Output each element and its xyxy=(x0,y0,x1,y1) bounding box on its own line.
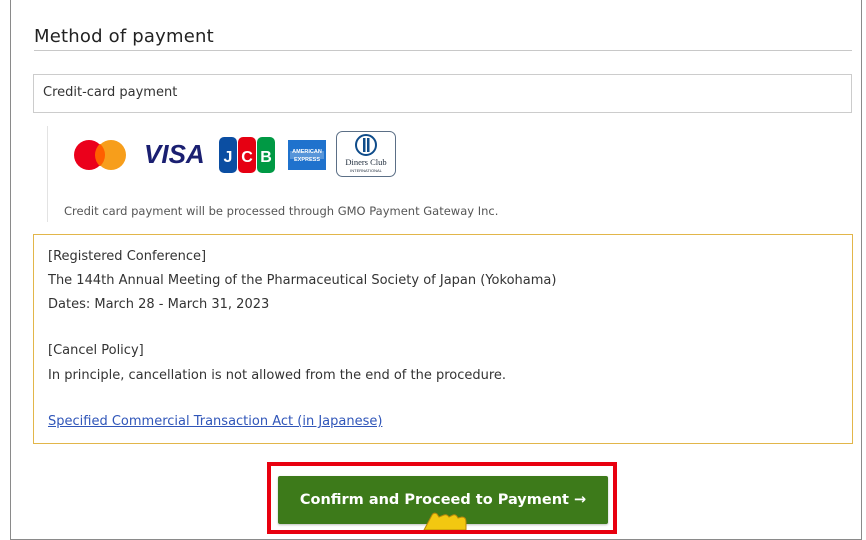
mastercard-logo xyxy=(74,140,126,170)
svg-text:Diners Club: Diners Club xyxy=(345,157,386,167)
svg-text:EXPRESS: EXPRESS xyxy=(294,157,320,163)
svg-text:AMERICAN: AMERICAN xyxy=(292,149,322,155)
visa-logo-text: VISA xyxy=(144,141,205,167)
diners-club-logo: Diners Club INTERNATIONAL xyxy=(336,131,396,177)
payment-method-label: Credit-card payment xyxy=(43,85,178,100)
svg-text:B: B xyxy=(260,149,272,166)
conference-name: The 144th Annual Meeting of the Pharmace… xyxy=(48,273,557,288)
visa-logo: VISA xyxy=(144,141,205,167)
svg-text:J: J xyxy=(224,149,233,166)
cancel-policy-text: In principle, cancellation is not allowe… xyxy=(48,368,507,383)
registered-conference-heading: [Registered Conference] xyxy=(48,249,207,264)
svg-text:INTERNATIONAL: INTERNATIONAL xyxy=(350,168,382,173)
gateway-note: Credit card payment will be processed th… xyxy=(64,204,499,218)
cancel-policy-heading: [Cancel Policy] xyxy=(48,343,144,358)
commercial-act-link[interactable]: Specified Commercial Transaction Act (in… xyxy=(48,414,382,429)
payment-method-select[interactable]: Credit-card payment xyxy=(33,74,852,113)
pointer-hand-icon xyxy=(423,512,467,530)
title-divider xyxy=(34,50,852,51)
conference-dates: Dates: March 28 - March 31, 2023 xyxy=(48,297,270,312)
section-title: Method of payment xyxy=(34,26,214,47)
svg-text:C: C xyxy=(241,149,253,166)
amex-logo: AMERICAN EXPRESS xyxy=(288,140,326,170)
jcb-logo: J C B xyxy=(219,137,275,173)
card-brands-area: VISA J C B AMERICAN EXPRESS Diners Club … xyxy=(47,126,853,222)
conference-info-box: [Registered Conference] The 144th Annual… xyxy=(33,234,853,444)
